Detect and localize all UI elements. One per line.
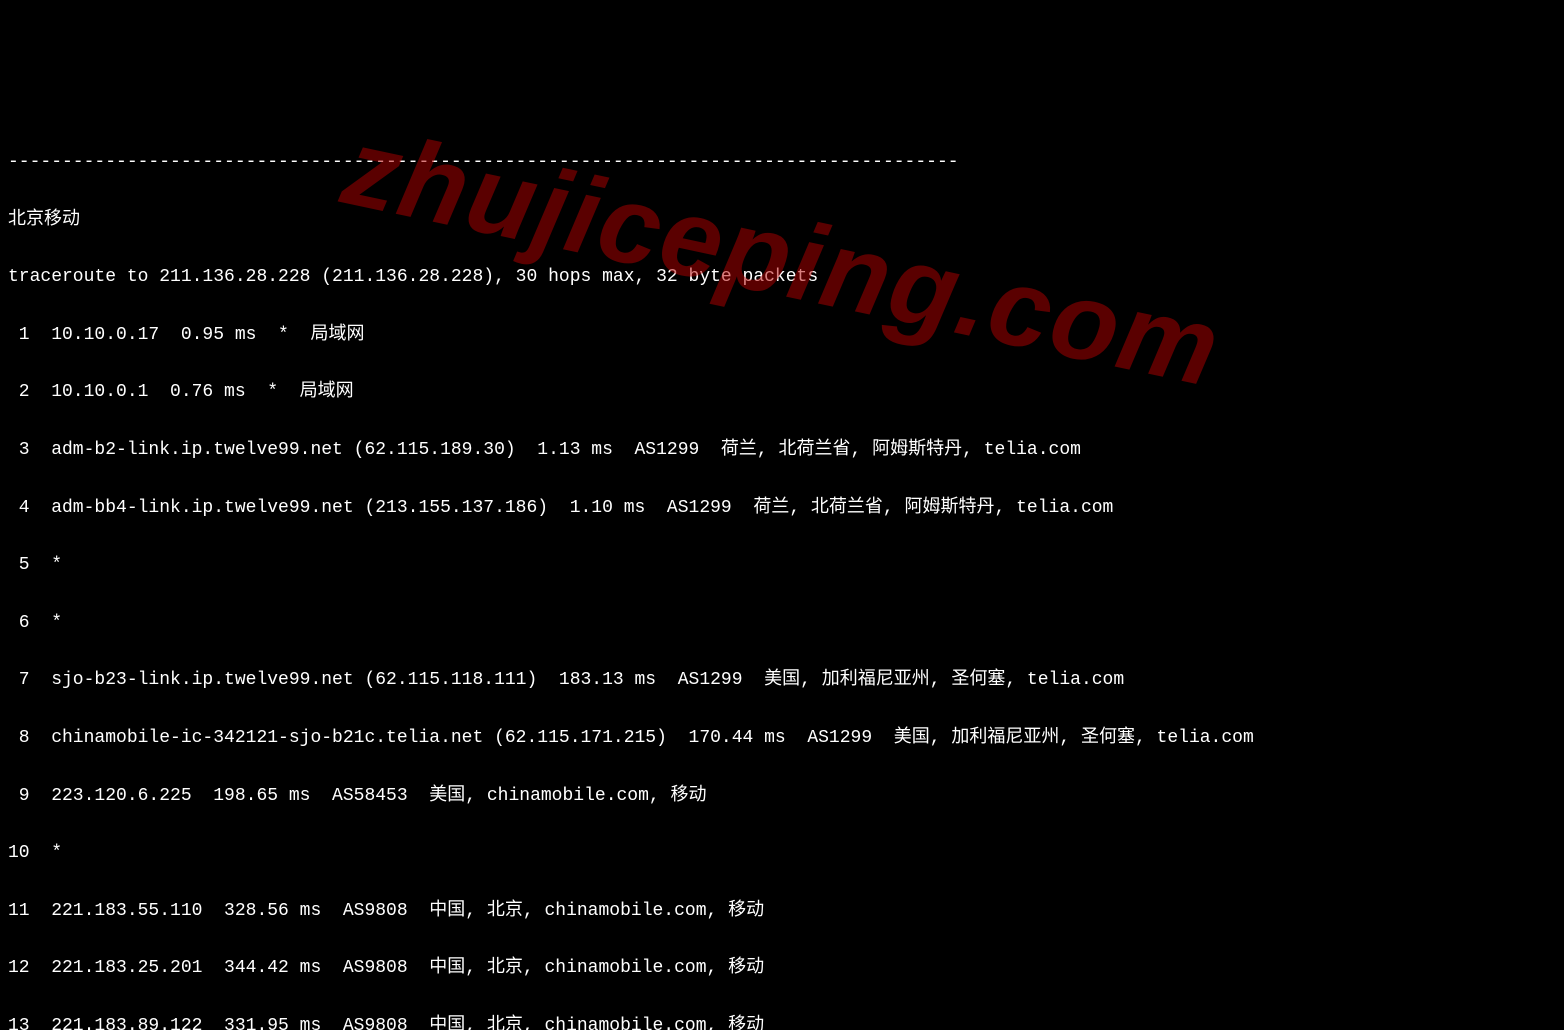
hop-line: 2 10.10.0.1 0.76 ms * 局域网: [8, 378, 1556, 407]
hop-line: 8 chinamobile-ic-342121-sjo-b21c.telia.n…: [8, 724, 1556, 753]
traceroute-header: traceroute to 211.136.28.228 (211.136.28…: [8, 263, 1556, 292]
hop-line: 9 223.120.6.225 198.65 ms AS58453 美国, ch…: [8, 782, 1556, 811]
route-title: 北京移动: [8, 206, 1556, 235]
hop-line: 13 221.183.89.122 331.95 ms AS9808 中国, 北…: [8, 1012, 1556, 1030]
hop-line: 10 *: [8, 839, 1556, 868]
hop-line: 4 adm-bb4-link.ip.twelve99.net (213.155.…: [8, 494, 1556, 523]
hop-line: 3 adm-b2-link.ip.twelve99.net (62.115.18…: [8, 436, 1556, 465]
separator-line: ----------------------------------------…: [8, 148, 1556, 177]
terminal-output: ----------------------------------------…: [8, 119, 1556, 1030]
hop-line: 5 *: [8, 551, 1556, 580]
hop-line: 12 221.183.25.201 344.42 ms AS9808 中国, 北…: [8, 954, 1556, 983]
hop-line: 1 10.10.0.17 0.95 ms * 局域网: [8, 321, 1556, 350]
hop-line: 7 sjo-b23-link.ip.twelve99.net (62.115.1…: [8, 666, 1556, 695]
hop-line: 11 221.183.55.110 328.56 ms AS9808 中国, 北…: [8, 897, 1556, 926]
hop-line: 6 *: [8, 609, 1556, 638]
